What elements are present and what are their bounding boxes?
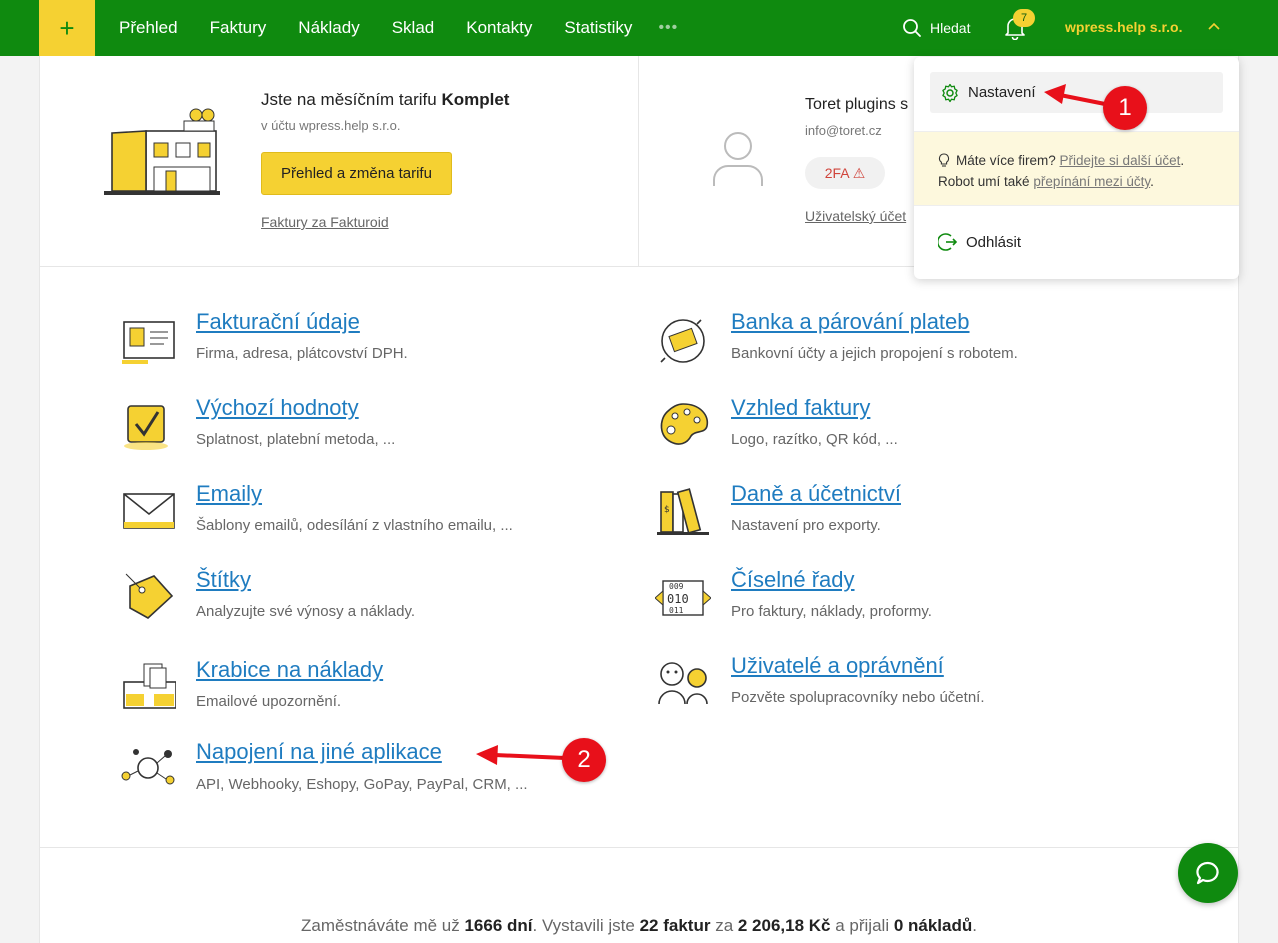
annotation-arrow-2 (494, 753, 566, 760)
annotation-arrowhead-2 (476, 745, 498, 765)
annotation-arrows (476, 84, 1106, 765)
annotation-arrow-1 (1059, 93, 1106, 106)
annotation-arrowhead-1 (1044, 84, 1066, 104)
annotation-callout-2: 2 (562, 738, 606, 782)
annotation-callout-1: 1 (1103, 86, 1147, 130)
